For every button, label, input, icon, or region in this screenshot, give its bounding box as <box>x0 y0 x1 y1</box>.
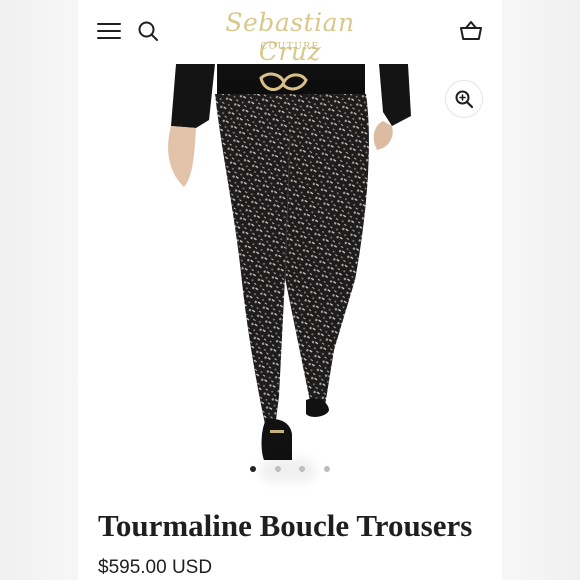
search-icon[interactable] <box>136 19 160 43</box>
product-page: Sebastian Cruz COUTURE Tourmaline Boucle… <box>78 0 502 580</box>
image-pager <box>250 464 330 476</box>
left-backdrop <box>0 0 80 580</box>
right-backdrop <box>502 0 580 580</box>
logo-wordmark: Sebastian Cruz <box>225 8 355 66</box>
pager-dot-1[interactable] <box>250 466 256 472</box>
product-title: Tourmaline Boucle Trousers <box>98 508 473 543</box>
pager-dot-2[interactable] <box>274 466 281 472</box>
product-price: $595.00 USD <box>98 557 213 578</box>
basket-icon[interactable] <box>458 18 484 44</box>
logo-subtitle: COUTURE <box>260 42 320 52</box>
zoom-in-icon[interactable] <box>445 80 483 118</box>
trousers-photo <box>168 64 411 460</box>
site-header: Sebastian Cruz COUTURE <box>78 0 502 66</box>
pager-dot-4[interactable] <box>323 466 330 472</box>
brand-logo[interactable]: Sebastian Cruz COUTURE <box>200 6 380 66</box>
product-image[interactable] <box>78 64 502 464</box>
hamburger-menu-icon[interactable] <box>96 20 122 42</box>
pager-dot-3[interactable] <box>299 466 306 472</box>
